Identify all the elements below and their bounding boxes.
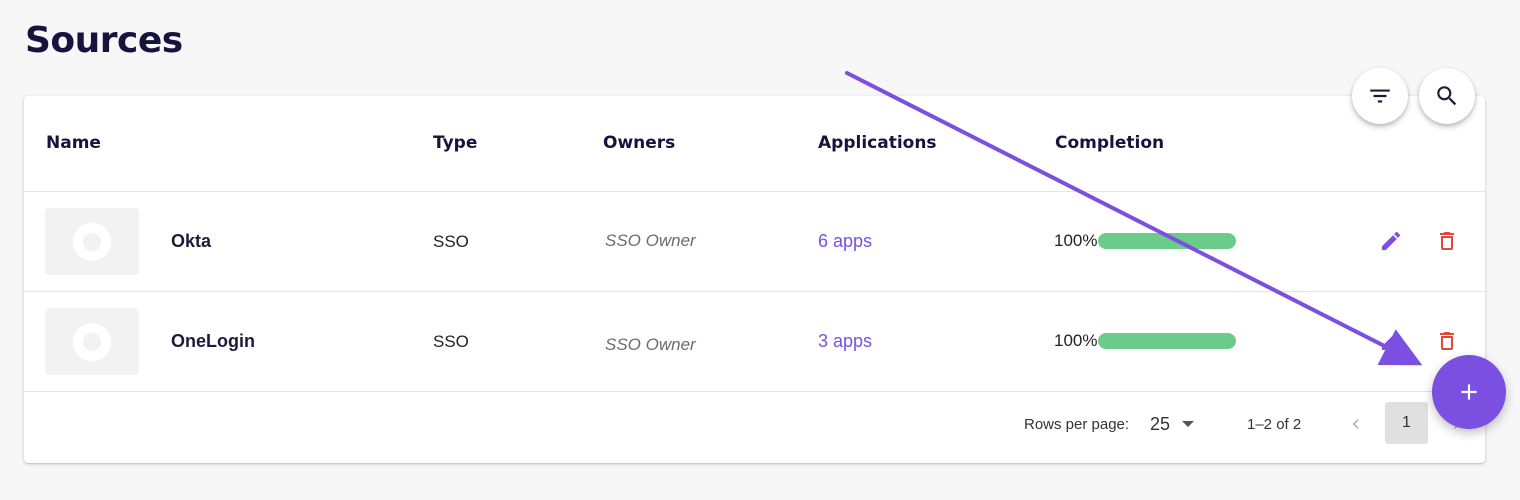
edit-button[interactable] bbox=[1375, 225, 1407, 257]
delete-button[interactable] bbox=[1431, 225, 1463, 257]
source-owner: SSO Owner bbox=[605, 335, 696, 354]
trash-icon bbox=[1440, 332, 1454, 350]
chevron-left-icon bbox=[1352, 419, 1359, 429]
source-name: Okta bbox=[171, 231, 212, 251]
completion-progress-fill bbox=[1098, 333, 1236, 349]
column-header-name[interactable]: Name bbox=[46, 133, 101, 153]
source-owner: SSO Owner bbox=[605, 231, 696, 250]
source-logo-placeholder bbox=[45, 208, 139, 275]
completion-percent: 100% bbox=[1054, 231, 1098, 250]
rows-per-page-select[interactable]: 25 bbox=[1150, 410, 1200, 438]
edit-button[interactable] bbox=[1375, 325, 1407, 357]
source-type: SSO bbox=[433, 332, 469, 351]
page-title: Sources bbox=[25, 20, 183, 61]
source-name: OneLogin bbox=[171, 331, 255, 351]
filter-icon bbox=[1370, 89, 1390, 103]
add-source-button[interactable] bbox=[1432, 355, 1506, 429]
table-row[interactable]: OneLogin SSO SSO Owner 3 apps 100% bbox=[24, 292, 1485, 392]
previous-page-button[interactable] bbox=[1344, 412, 1368, 436]
rows-per-page-value: 25 bbox=[1150, 413, 1171, 434]
completion-percent: 100% bbox=[1054, 331, 1098, 350]
source-logo-placeholder bbox=[45, 308, 139, 375]
trash-icon bbox=[1440, 232, 1454, 250]
source-type: SSO bbox=[433, 232, 469, 251]
completion-progress-bar bbox=[1098, 233, 1236, 249]
column-header-applications[interactable]: Applications bbox=[818, 133, 937, 153]
delete-button[interactable] bbox=[1431, 325, 1463, 357]
search-button[interactable] bbox=[1419, 68, 1475, 124]
plus-icon bbox=[1461, 384, 1477, 400]
caret-down-icon bbox=[1182, 421, 1195, 427]
sources-page: Sources Name Type Owners Applications Co… bbox=[0, 0, 1520, 500]
sources-table: Name Type Owners Applications Completion… bbox=[24, 96, 1485, 463]
pencil-icon bbox=[1382, 331, 1401, 350]
column-header-completion[interactable]: Completion bbox=[1055, 133, 1164, 153]
rows-per-page-label: Rows per page: bbox=[1024, 416, 1130, 433]
completion-progress-fill bbox=[1098, 233, 1236, 249]
table-row[interactable]: Okta SSO SSO Owner 6 apps 100% bbox=[24, 192, 1485, 292]
completion-progress-bar bbox=[1098, 333, 1236, 349]
table-pagination: Rows per page: 25 1–2 of 2 1 bbox=[24, 392, 1485, 463]
column-header-owners[interactable]: Owners bbox=[603, 133, 675, 153]
pagination-range: 1–2 of 2 bbox=[1247, 416, 1302, 433]
filter-button[interactable] bbox=[1352, 68, 1408, 124]
column-header-type[interactable]: Type bbox=[433, 133, 477, 153]
applications-link[interactable]: 3 apps bbox=[818, 331, 872, 352]
pencil-icon bbox=[1382, 231, 1401, 250]
page-button-current[interactable]: 1 bbox=[1385, 402, 1428, 444]
search-icon bbox=[1437, 86, 1457, 106]
applications-link[interactable]: 6 apps bbox=[818, 231, 872, 252]
table-header: Name Type Owners Applications Completion bbox=[24, 96, 1485, 192]
